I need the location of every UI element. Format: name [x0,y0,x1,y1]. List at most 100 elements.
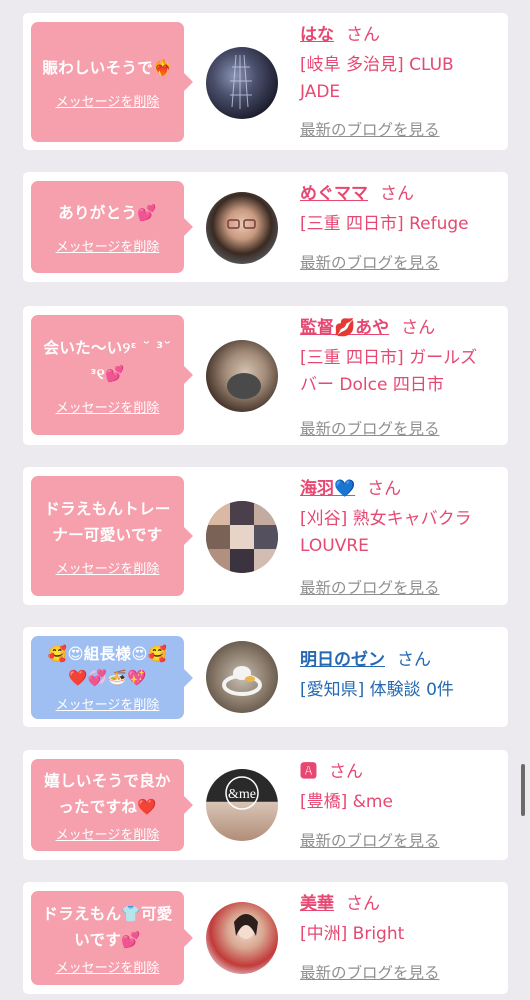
message-line: 嬉しいそうで良か [44,771,171,790]
message-line: ありがとう💕 [58,203,157,222]
message-card: ドラえもん👕可愛 いです💕 メッセージを削除 美華 さん [中洲] Bright … [23,882,508,994]
message-card: 嬉しいそうで良か ったですね❤️ メッセージを削除 &me 🅰 さん [豊橋] &… [23,750,508,860]
avatar[interactable] [206,47,278,119]
message-text: ドラえもんトレー ナー可愛いです [44,496,170,548]
sender-name[interactable]: 監督💋あや [300,318,389,338]
shop-name: [岐阜 多治見] CLUB JADE [300,52,500,106]
me-logo-text: &me [228,787,256,802]
latest-blog-link[interactable]: 最新のブログを見る [300,118,440,140]
sender-name-line: 監督💋あや さん [300,315,500,341]
avatar[interactable]: &me [206,769,278,841]
message-text: 賑わしいそうで❤️‍🔥 [42,55,172,81]
shop-name: [豊橋] &me [300,789,500,816]
message-bubble: ドラえもんトレー ナー可愛いです メッセージを削除 [31,476,193,596]
message-card: 賑わしいそうで❤️‍🔥 メッセージを削除 はな さん [岐阜 多治見] CLUB … [23,13,508,150]
honorific: さん [329,762,363,782]
sender-info: 明日のゼン さん [愛知県] 体験談 0件 [300,647,500,717]
message-bubble: 賑わしいそうで❤️‍🔥 メッセージを削除 [31,22,193,142]
avatar[interactable] [206,902,278,974]
sender-info: 海羽💙 さん [刈谷] 熟女キャバクラ LOUVRE 最新のブログを見る [300,476,500,598]
message-bubble: 会いた〜い୨ᵋ ˘ ³˘ ᵌ୧💕 メッセージを削除 [31,315,193,435]
sender-name-line: 🅰 さん [300,759,500,785]
delete-message-link[interactable]: メッセージを削除 [56,91,160,110]
portrait-photo [227,219,256,229]
message-text: 🥰😍組長様😍🥰 ❤️💞🍜💖 [48,642,168,690]
shop-name: [三重 四日市] ガールズ バー Dolce 四日市 [300,345,500,399]
delete-message-link[interactable]: メッセージを削除 [56,558,160,577]
honorific: さん [380,184,414,204]
message-line: 会いた〜い୨ᵋ ˘ ³˘ [43,338,172,357]
sender-info: 監督💋あや さん [三重 四日市] ガールズ バー Dolce 四日市 最新のブロ… [300,315,500,438]
sender-name-line: 美華 さん [300,891,500,917]
latest-blog-link[interactable]: 最新のブログを見る [300,251,440,273]
honorific: さん [346,25,380,45]
sender-info: はな さん [岐阜 多治見] CLUB JADE 最新のブログを見る [300,22,500,142]
shop-name: [三重 四日市] Refuge [300,211,500,238]
message-line: ᵌ୧💕 [90,364,125,383]
sender-name[interactable]: めぐママ [300,184,368,204]
avatar[interactable] [206,641,278,713]
message-text: ありがとう💕 [58,200,157,226]
shop-line: LOUVRE [300,536,369,556]
honorific: さん [367,479,402,499]
message-line: 賑わしいそうで❤️‍🔥 [42,58,173,77]
latest-blog-link[interactable]: 最新のブログを見る [300,829,440,851]
message-text: 嬉しいそうで良か ったですね❤️ [44,768,170,820]
scrollbar[interactable] [521,764,525,816]
delete-message-link[interactable]: メッセージを削除 [56,397,160,416]
photo-collage [206,501,278,573]
sender-info: めぐママ さん [三重 四日市] Refuge 最新のブログを見る [300,181,500,273]
delete-message-link[interactable]: メッセージを削除 [56,694,160,713]
message-line: ドラえもんトレー [44,499,171,518]
shop-line: [豊橋] &me [300,792,393,812]
message-line: いです💕 [74,930,141,949]
shop-line: [刈谷] 熟女キャバクラ [300,509,472,529]
message-line: ナー可愛いです [52,525,163,544]
latest-blog-link[interactable]: 最新のブログを見る [300,961,440,983]
message-bubble: 🥰😍組長様😍🥰 ❤️💞🍜💖 メッセージを削除 [31,636,193,719]
me-logo-photo: &me [225,776,259,810]
message-line: 🥰😍組長様😍🥰 [47,645,168,663]
shop-line: [愛知県] 体験談 0件 [300,680,454,700]
shop-line: [中洲] Bright [300,924,405,944]
sender-name[interactable]: 🅰 [300,762,317,782]
sender-name[interactable]: 明日のゼン [300,650,385,670]
avatar[interactable] [206,340,278,412]
shop-line: JADE [300,82,341,102]
message-card: ありがとう💕 メッセージを削除 めぐママ さん [三重 四日市] Refuge 最… [23,172,508,282]
toy-photo [222,666,262,696]
shop-line: バー Dolce 四日市 [300,375,444,395]
message-text: 会いた〜い୨ᵋ ˘ ³˘ ᵌ୧💕 [44,335,172,387]
sender-name[interactable]: 美華 [300,894,334,914]
shop-line: [三重 四日市] ガールズ [300,348,478,368]
latest-blog-link[interactable]: 最新のブログを見る [300,576,440,598]
shop-name: [中洲] Bright [300,921,500,948]
shop-line: [三重 四日市] Refuge [300,214,469,234]
sender-name[interactable]: 海羽💙 [300,479,355,499]
message-text: ドラえもん👕可愛 いです💕 [42,901,172,953]
latest-blog-link[interactable]: 最新のブログを見る [300,417,440,439]
honorific: さん [397,650,431,670]
shop-line: [岐阜 多治見] CLUB [300,55,454,75]
sender-info: 美華 さん [中洲] Bright 最新のブログを見る [300,891,500,985]
message-card: 会いた〜い୨ᵋ ˘ ³˘ ᵌ୧💕 メッセージを削除 監督💋あや さん [三重 四日… [23,306,508,445]
sender-name-line: はな さん [300,22,500,48]
message-bubble: 嬉しいそうで良か ったですね❤️ メッセージを削除 [31,759,193,851]
message-line: ったですね❤️ [58,797,157,816]
delete-message-link[interactable]: メッセージを削除 [56,957,160,976]
sender-name-line: 明日のゼン さん [300,647,500,673]
message-card: ドラえもんトレー ナー可愛いです メッセージを削除 海羽💙 さん [刈谷] 熟女キ… [23,467,508,605]
honorific: さん [401,318,436,338]
message-bubble: ドラえもん👕可愛 いです💕 メッセージを削除 [31,891,193,985]
delete-message-link[interactable]: メッセージを削除 [56,824,160,843]
message-line: ドラえもん👕可愛 [42,904,173,923]
delete-message-link[interactable]: メッセージを削除 [56,236,160,255]
avatar[interactable] [206,192,278,264]
sender-name-line: めぐママ さん [300,181,500,207]
portrait-photo [234,914,258,939]
review-info: [愛知県] 体験談 0件 [300,677,500,704]
honorific: さん [346,894,380,914]
avatar[interactable] [206,501,278,573]
sender-name[interactable]: はな [300,25,334,45]
message-bubble: ありがとう💕 メッセージを削除 [31,181,193,273]
